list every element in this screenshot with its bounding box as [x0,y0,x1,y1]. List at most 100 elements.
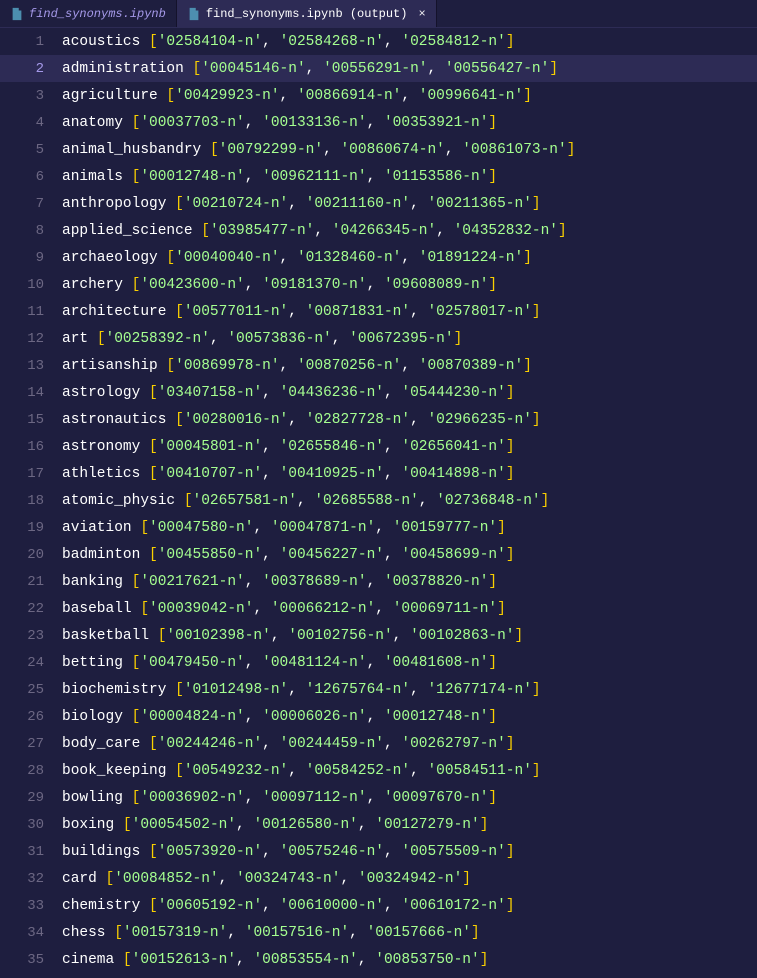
output-line: 16astronomy ['00045801-n', '02655846-n',… [0,433,757,460]
line-number: 23 [0,628,62,644]
line-content: body_care ['00244246-n', '00244459-n', '… [62,736,515,752]
line-content: architecture ['00577011-n', '00871831-n'… [62,304,541,320]
line-number: 21 [0,574,62,590]
line-content: art ['00258392-n', '00573836-n', '006723… [62,331,462,347]
file-icon [10,7,24,21]
line-number: 33 [0,898,62,914]
output-line: 10archery ['00423600-n', '09181370-n', '… [0,271,757,298]
line-content: atomic_physic ['02657581-n', '02685588-n… [62,493,549,509]
line-number: 10 [0,277,62,293]
output-line: 19aviation ['00047580-n', '00047871-n', … [0,514,757,541]
line-content: administration ['00045146-n', '00556291-… [62,61,558,77]
line-number: 16 [0,439,62,455]
output-line: 2administration ['00045146-n', '00556291… [0,55,757,82]
line-number: 31 [0,844,62,860]
line-content: animals ['00012748-n', '00962111-n', '01… [62,169,497,185]
output-line: 18atomic_physic ['02657581-n', '02685588… [0,487,757,514]
line-content: bowling ['00036902-n', '00097112-n', '00… [62,790,497,806]
line-number: 11 [0,304,62,320]
line-content: agriculture ['00429923-n', '00866914-n',… [62,88,532,104]
output-line: 3agriculture ['00429923-n', '00866914-n'… [0,82,757,109]
line-content: boxing ['00054502-n', '00126580-n', '001… [62,817,488,833]
line-number: 8 [0,223,62,239]
line-number: 13 [0,358,62,374]
line-number: 3 [0,88,62,104]
line-number: 5 [0,142,62,158]
line-content: baseball ['00039042-n', '00066212-n', '0… [62,601,506,617]
line-number: 25 [0,682,62,698]
tab-1[interactable]: find_synonyms.ipynb (output) × [177,0,437,27]
line-number: 35 [0,952,62,968]
output-line: 1acoustics ['02584104-n', '02584268-n', … [0,28,757,55]
line-number: 18 [0,493,62,509]
line-content: biology ['00004824-n', '00006026-n', '00… [62,709,497,725]
output-line: 29bowling ['00036902-n', '00097112-n', '… [0,784,757,811]
tab-label: find_synonyms.ipynb (output) [206,7,408,21]
line-content: athletics ['00410707-n', '00410925-n', '… [62,466,515,482]
line-number: 27 [0,736,62,752]
line-number: 7 [0,196,62,212]
output-line: 14astrology ['03407158-n', '04436236-n',… [0,379,757,406]
line-number: 28 [0,763,62,779]
line-number: 12 [0,331,62,347]
line-content: acoustics ['02584104-n', '02584268-n', '… [62,34,515,50]
output-line: 31buildings ['00573920-n', '00575246-n',… [0,838,757,865]
line-content: animal_husbandry ['00792299-n', '0086067… [62,142,575,158]
output-line: 15astronautics ['00280016-n', '02827728-… [0,406,757,433]
output-line: 35cinema ['00152613-n', '00853554-n', '0… [0,946,757,973]
output-line: 13artisanship ['00869978-n', '00870256-n… [0,352,757,379]
line-content: artisanship ['00869978-n', '00870256-n',… [62,358,532,374]
output-line: 22baseball ['00039042-n', '00066212-n', … [0,595,757,622]
line-number: 4 [0,115,62,131]
line-number: 20 [0,547,62,563]
output-line: 5animal_husbandry ['00792299-n', '008606… [0,136,757,163]
output-line: 4anatomy ['00037703-n', '00133136-n', '0… [0,109,757,136]
output-line: 17athletics ['00410707-n', '00410925-n',… [0,460,757,487]
output-line: 24betting ['00479450-n', '00481124-n', '… [0,649,757,676]
line-number: 6 [0,169,62,185]
line-content: anatomy ['00037703-n', '00133136-n', '00… [62,115,497,131]
output-line: 32card ['00084852-n', '00324743-n', '003… [0,865,757,892]
line-content: astrology ['03407158-n', '04436236-n', '… [62,385,515,401]
line-number: 15 [0,412,62,428]
line-content: astronautics ['00280016-n', '02827728-n'… [62,412,541,428]
tab-0[interactable]: find_synonyms.ipynb [0,0,177,27]
line-content: buildings ['00573920-n', '00575246-n', '… [62,844,515,860]
line-number: 30 [0,817,62,833]
output-line: 12art ['00258392-n', '00573836-n', '0067… [0,325,757,352]
output-line: 33chemistry ['00605192-n', '00610000-n',… [0,892,757,919]
line-content: archery ['00423600-n', '09181370-n', '09… [62,277,497,293]
line-number: 32 [0,871,62,887]
line-content: astronomy ['00045801-n', '02655846-n', '… [62,439,515,455]
output-line: 28book_keeping ['00549232-n', '00584252-… [0,757,757,784]
output-line: 26biology ['00004824-n', '00006026-n', '… [0,703,757,730]
line-content: chemistry ['00605192-n', '00610000-n', '… [62,898,515,914]
file-icon [187,7,201,21]
tab-bar: find_synonyms.ipynbfind_synonyms.ipynb (… [0,0,757,28]
output-line: 30boxing ['00054502-n', '00126580-n', '0… [0,811,757,838]
output-line: 9archaeology ['00040040-n', '01328460-n'… [0,244,757,271]
line-number: 14 [0,385,62,401]
output-line: 23basketball ['00102398-n', '00102756-n'… [0,622,757,649]
output-line: 25biochemistry ['01012498-n', '12675764-… [0,676,757,703]
close-icon[interactable]: × [418,7,425,21]
line-number: 22 [0,601,62,617]
line-number: 19 [0,520,62,536]
line-number: 1 [0,34,62,50]
line-content: basketball ['00102398-n', '00102756-n', … [62,628,523,644]
line-content: aviation ['00047580-n', '00047871-n', '0… [62,520,506,536]
line-content: book_keeping ['00549232-n', '00584252-n'… [62,763,541,779]
line-content: cinema ['00152613-n', '00853554-n', '008… [62,952,488,968]
line-content: chess ['00157319-n', '00157516-n', '0015… [62,925,480,941]
line-number: 24 [0,655,62,671]
line-content: banking ['00217621-n', '00378689-n', '00… [62,574,497,590]
line-number: 26 [0,709,62,725]
line-content: betting ['00479450-n', '00481124-n', '00… [62,655,497,671]
line-content: card ['00084852-n', '00324743-n', '00324… [62,871,471,887]
output-line: 6animals ['00012748-n', '00962111-n', '0… [0,163,757,190]
output-line: 21banking ['00217621-n', '00378689-n', '… [0,568,757,595]
output-line: 11architecture ['00577011-n', '00871831-… [0,298,757,325]
line-content: applied_science ['03985477-n', '04266345… [62,223,567,239]
line-number: 9 [0,250,62,266]
output-line: 27body_care ['00244246-n', '00244459-n',… [0,730,757,757]
